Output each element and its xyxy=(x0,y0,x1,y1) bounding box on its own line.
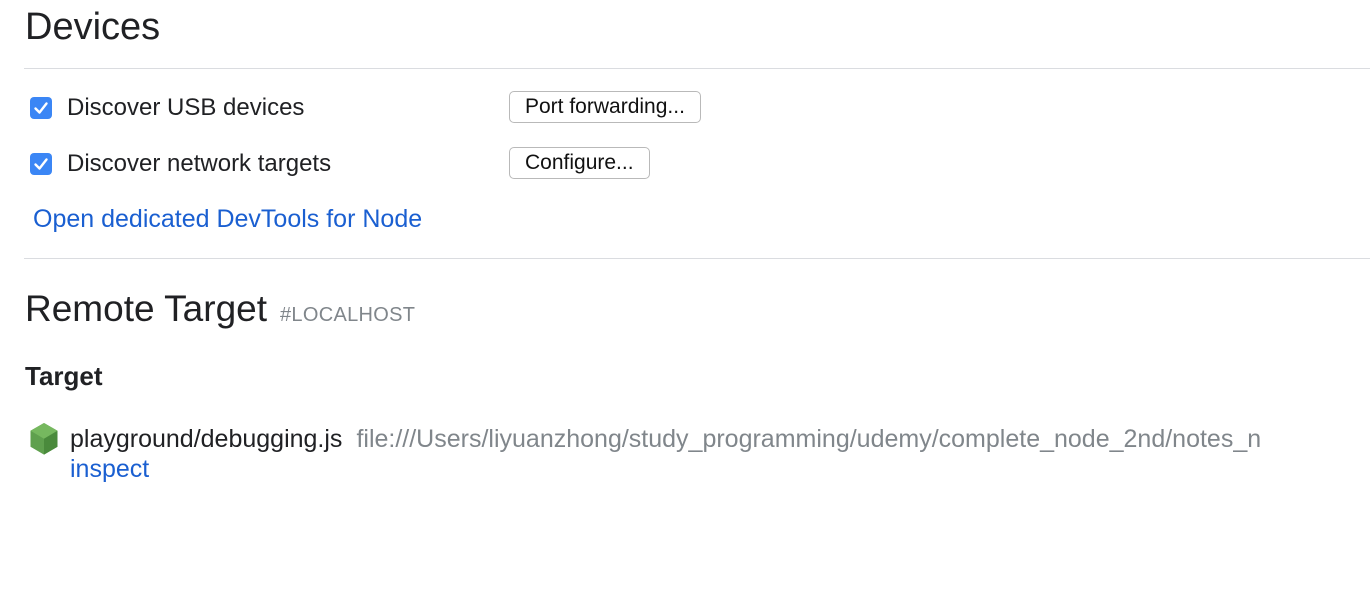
discover-usb-row: Discover USB devices xyxy=(30,91,304,125)
target-name: playground/debugging.js xyxy=(70,424,343,453)
remote-target-heading: Remote Target #LOCALHOST xyxy=(25,286,415,338)
discover-network-row: Discover network targets xyxy=(30,147,331,181)
open-node-devtools-link[interactable]: Open dedicated DevTools for Node xyxy=(33,205,422,234)
target-section-title: Target xyxy=(25,361,103,391)
devices-title: Devices xyxy=(25,6,161,48)
discover-network-checkbox[interactable] xyxy=(30,153,52,175)
node-icon xyxy=(30,423,58,455)
localhost-tag: #LOCALHOST xyxy=(280,304,416,326)
devices-page: Devices Discover USB devices Port forwar… xyxy=(0,0,1370,602)
remote-target-title: Remote Target xyxy=(25,288,267,329)
configure-button[interactable]: Configure... xyxy=(509,147,650,179)
port-forwarding-button[interactable]: Port forwarding... xyxy=(509,91,701,123)
target-url: file:///Users/liyuanzhong/study_programm… xyxy=(356,424,1262,453)
checkmark-icon xyxy=(34,102,48,114)
discover-usb-checkbox[interactable] xyxy=(30,97,52,119)
target-item: playground/debugging.js file:///Users/li… xyxy=(29,421,1261,457)
divider xyxy=(24,68,1370,69)
discover-network-label[interactable]: Discover network targets xyxy=(67,150,331,178)
discover-usb-label[interactable]: Discover USB devices xyxy=(67,94,304,122)
divider xyxy=(24,258,1370,259)
checkmark-icon xyxy=(34,158,48,170)
inspect-link[interactable]: inspect xyxy=(70,455,149,484)
